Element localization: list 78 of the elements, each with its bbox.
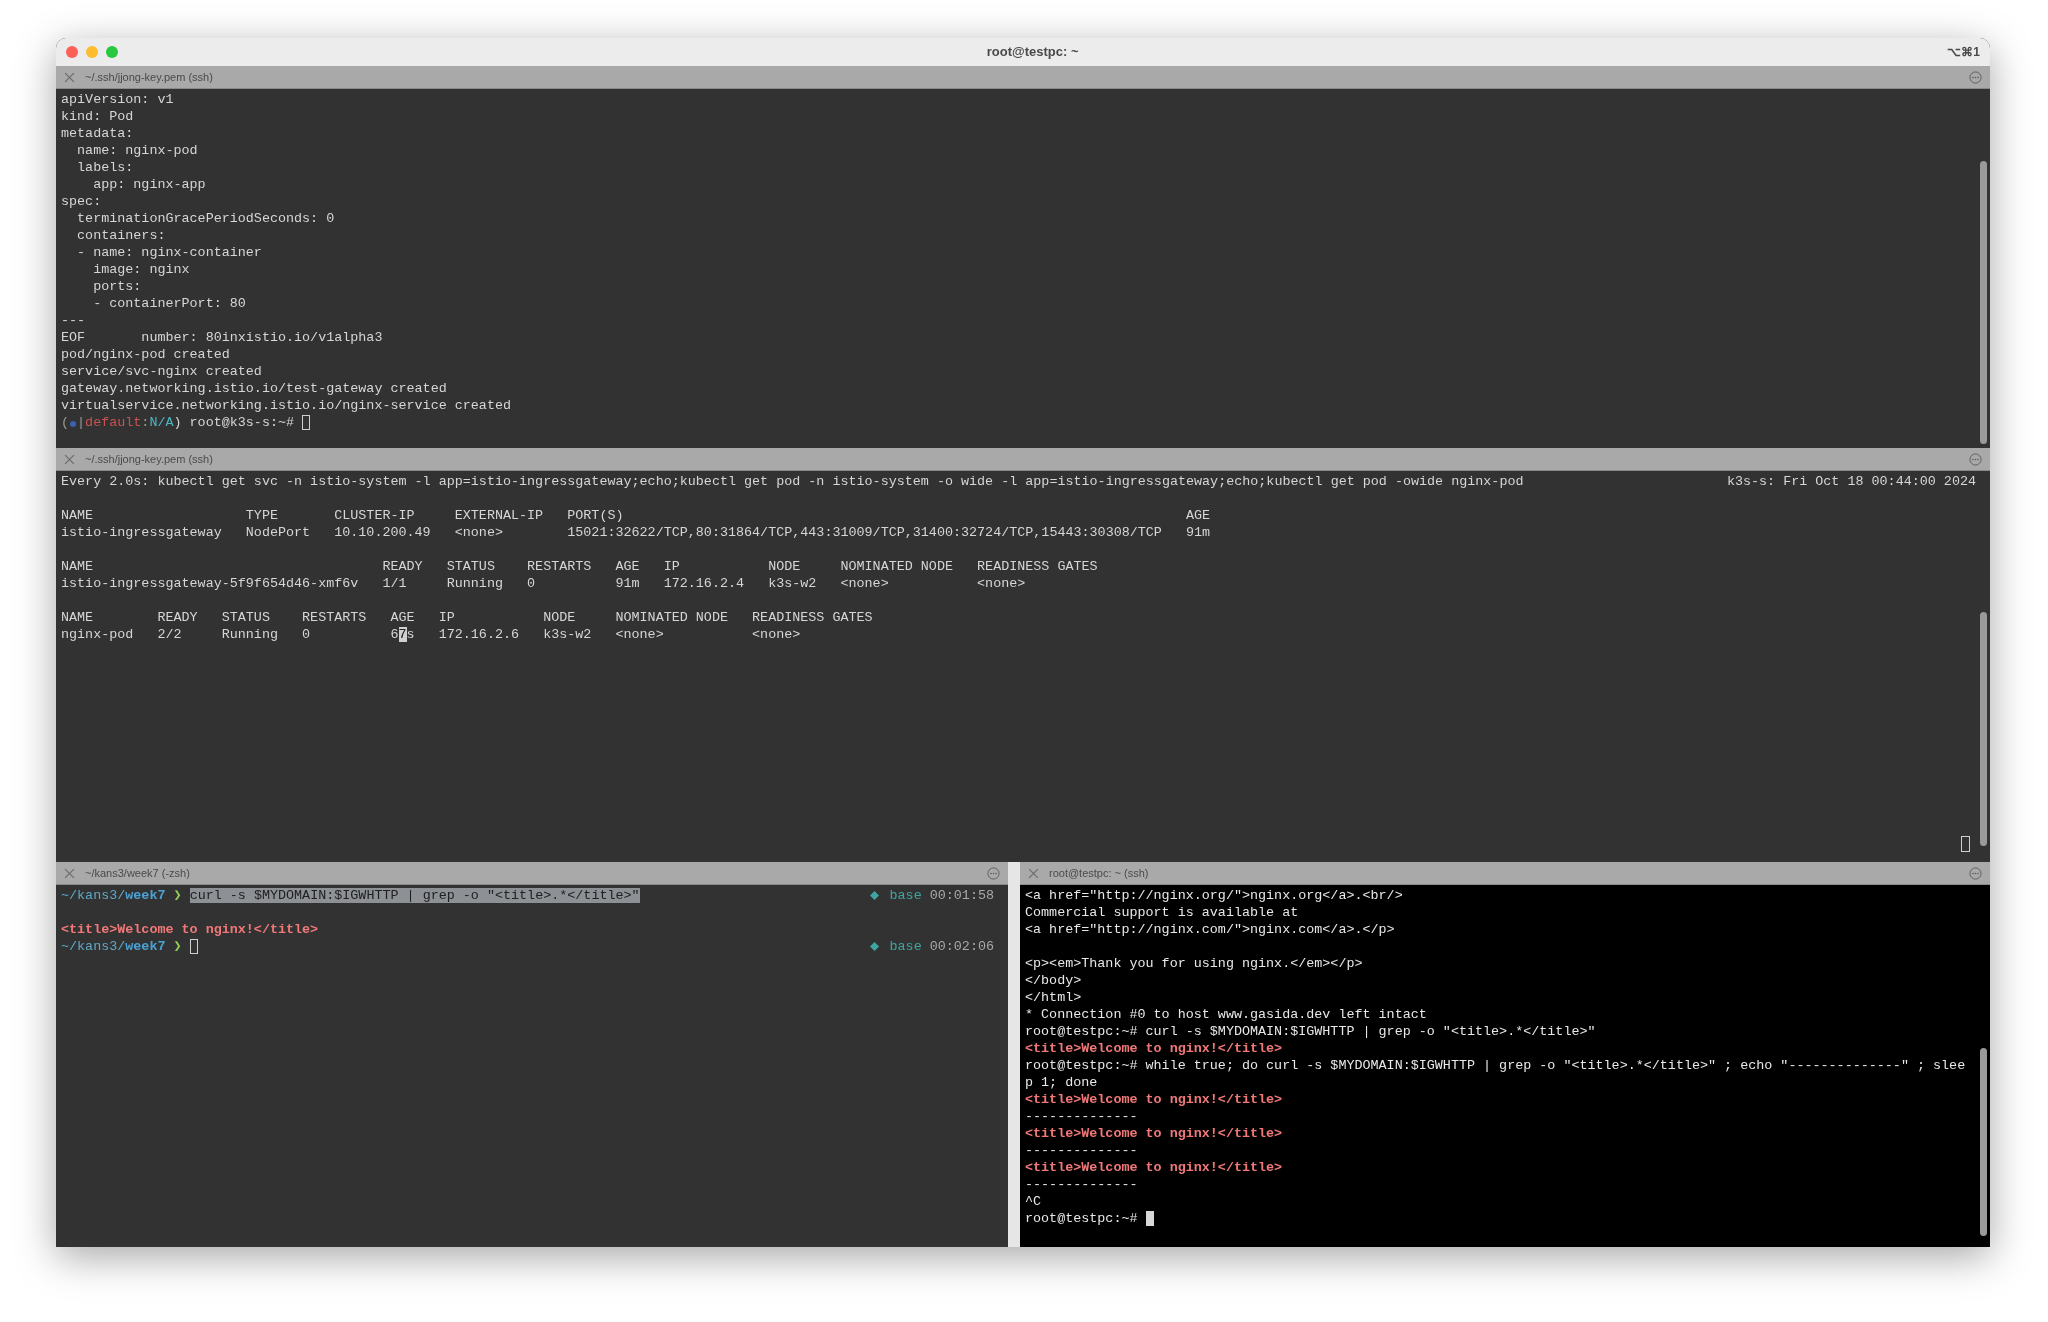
more-icon[interactable]: [987, 866, 1000, 880]
more-icon[interactable]: [1969, 452, 1982, 466]
terminal-line: <title>Welcome to nginx!</title>: [1025, 1159, 1283, 1176]
terminal-line: </html>: [1025, 989, 1082, 1006]
scrollbar-thumb[interactable]: [1980, 611, 1987, 847]
more-icon[interactable]: [1969, 866, 1982, 880]
terminal-line: <title>Welcome to nginx!</title>: [61, 921, 319, 938]
minimize-button[interactable]: [86, 46, 98, 58]
terminal-line: image: nginx: [92, 261, 190, 278]
terminal-line: ---: [61, 312, 86, 329]
terminal-line: </body>: [1025, 972, 1082, 989]
terminal-line: ports:: [92, 278, 142, 295]
terminal-line: NAME TYPE CLUSTER-IP EXTERNAL-IP PORT(S) AGE: [61, 507, 1211, 524]
terminal-line: <title>Welcome to nginx!</title>: [1025, 1091, 1283, 1108]
terminal-line: istio-ingressgateway NodePort 10.10.200.49 <none> 15021:32622/TCP,80:31864/TCP,443:31009/TCP,31400:32724/TCP,15443:30308/TCP 91m: [61, 524, 1211, 541]
terminal-line: - containerPort: 80: [92, 295, 246, 312]
terminal-line: kind: Pod: [61, 108, 134, 125]
terminal-line: app: nginx-app: [92, 176, 206, 193]
terminal-line: ^C: [1025, 1193, 1042, 1210]
terminal-line: p 1; done: [1025, 1074, 1098, 1091]
terminal-line: base 00:02:06: [888, 938, 994, 955]
terminal-line: k3s-s: Fri Oct 18 00:44:00 2024: [1726, 473, 1976, 490]
terminal-line: |default:N/A) root@k3s-s:~#: [77, 414, 296, 431]
terminal-line: * Connection #0 to host www.gasida.dev left intact: [1025, 1006, 1427, 1023]
pane-title: ~/.ssh/jjong-key.pem (ssh): [85, 451, 214, 467]
terminal-line: labels:: [76, 159, 134, 176]
terminal-line: root@testpc:~# curl -s $MYDOMAIN:$IGWHTTP | grep -o "<title>.*</title>": [1025, 1023, 1596, 1040]
terminal-line: base 00:01:58: [888, 887, 994, 904]
diamond-icon: [870, 942, 880, 951]
terminal-line: --------------: [1025, 1176, 1138, 1193]
terminal-line: terminationGracePeriodSeconds: 0: [76, 210, 335, 227]
terminal-line: NAME READY STATUS RESTARTS AGE IP NODE NOMINATED NODE READINESS GATES: [61, 609, 873, 626]
terminal-line: service/svc-nginx created: [61, 363, 262, 380]
terminal-line: (: [61, 414, 70, 431]
terminal-line: name: nginx-pod: [76, 142, 198, 159]
terminal-line: <p><em>Thank you for using nginx.</em></p>: [1025, 955, 1363, 972]
terminal-line: spec:: [61, 193, 102, 210]
terminal-line: Commercial support is available at: [1025, 904, 1299, 921]
terminal-line: <title>Welcome to nginx!</title>: [1025, 1040, 1283, 1057]
close-icon[interactable]: [64, 453, 75, 465]
text-cursor: [1145, 1211, 1154, 1226]
close-button[interactable]: [66, 46, 78, 58]
window-title: root@testpc: ~: [986, 43, 1079, 62]
scrollbar-thumb[interactable]: [1980, 1047, 1987, 1237]
terminal-line: root@testpc:~# while true; do curl -s $MYDOMAIN:$IGWHTTP | grep -o "<title>.*</title>" ; echo "--------------" ; slee: [1025, 1057, 1966, 1074]
terminal-line: <a href="http://nginx.org/">nginx.org</a>.<br/>: [1025, 887, 1403, 904]
close-icon[interactable]: [1028, 867, 1039, 879]
terminal-line: <title>Welcome to nginx!</title>: [1025, 1125, 1283, 1142]
shortcut-label: ⌥⌘1: [1947, 44, 1980, 61]
terminal-line: ~/kans3/week7 ❯: [61, 938, 183, 955]
pane-title: root@testpc: ~ (ssh): [1049, 865, 1150, 881]
terminal-line: pod/nginx-pod created: [61, 346, 230, 363]
terminal-line: nginx-pod 2/2 Running 0 67s 172.16.2.6 k3s-w2 <none> <none>: [61, 626, 801, 643]
text-cursor: [189, 939, 198, 954]
zoom-button[interactable]: [106, 46, 118, 58]
terminal-line: <a href="http://nginx.com/">nginx.com</a>.</p>: [1025, 921, 1395, 938]
terminal-line: containers:: [76, 227, 166, 244]
terminal-line: apiVersion: v1: [61, 91, 174, 108]
pane-title: ~/.ssh/jjong-key.pem (ssh): [85, 69, 214, 85]
terminal-line: --------------: [1025, 1108, 1138, 1125]
more-icon[interactable]: [1969, 70, 1982, 84]
terminal-line: EOF number: 80inxistio.io/v1alpha3: [61, 329, 383, 346]
scrollbar-thumb[interactable]: [1980, 160, 1987, 445]
terminal-line: istio-ingressgateway-5f9f654d46-xmf6v 1/1 Running 0 91m 172.16.2.4 k3s-w2 <none> <none>: [61, 575, 1026, 592]
text-cursor: [302, 415, 311, 430]
terminal-line: gateway.networking.istio.io/test-gateway created: [61, 380, 447, 397]
close-icon[interactable]: [64, 71, 75, 83]
terminal-line: Every 2.0s: kubectl get svc -n istio-system -l app=istio-ingressgateway;echo;kubectl get pod -n istio-system -o wide -l app=istio-ingressgateway;echo;kubectl get pod -owide nginx-pod: [61, 473, 1524, 490]
terminal-line: virtualservice.networking.istio.io/nginx-service created: [61, 397, 511, 414]
diamond-icon: [870, 891, 880, 900]
close-icon[interactable]: [64, 867, 75, 879]
terminal-line: ~/kans3/week7 ❯ curl -s $MYDOMAIN:$IGWHTTP | grep -o "<title>.*</title>": [61, 887, 640, 904]
terminal-line: --------------: [1025, 1142, 1138, 1159]
terminal-line: metadata:: [61, 125, 134, 142]
terminal-line: root@testpc:~#: [1025, 1210, 1139, 1227]
pane-title: ~/kans3/week7 (-zsh): [85, 865, 191, 881]
terminal-line: NAME READY STATUS RESTARTS AGE IP NODE NOMINATED NODE READINESS GATES: [61, 558, 1098, 575]
terminal-line: - name: nginx-container: [76, 244, 262, 261]
